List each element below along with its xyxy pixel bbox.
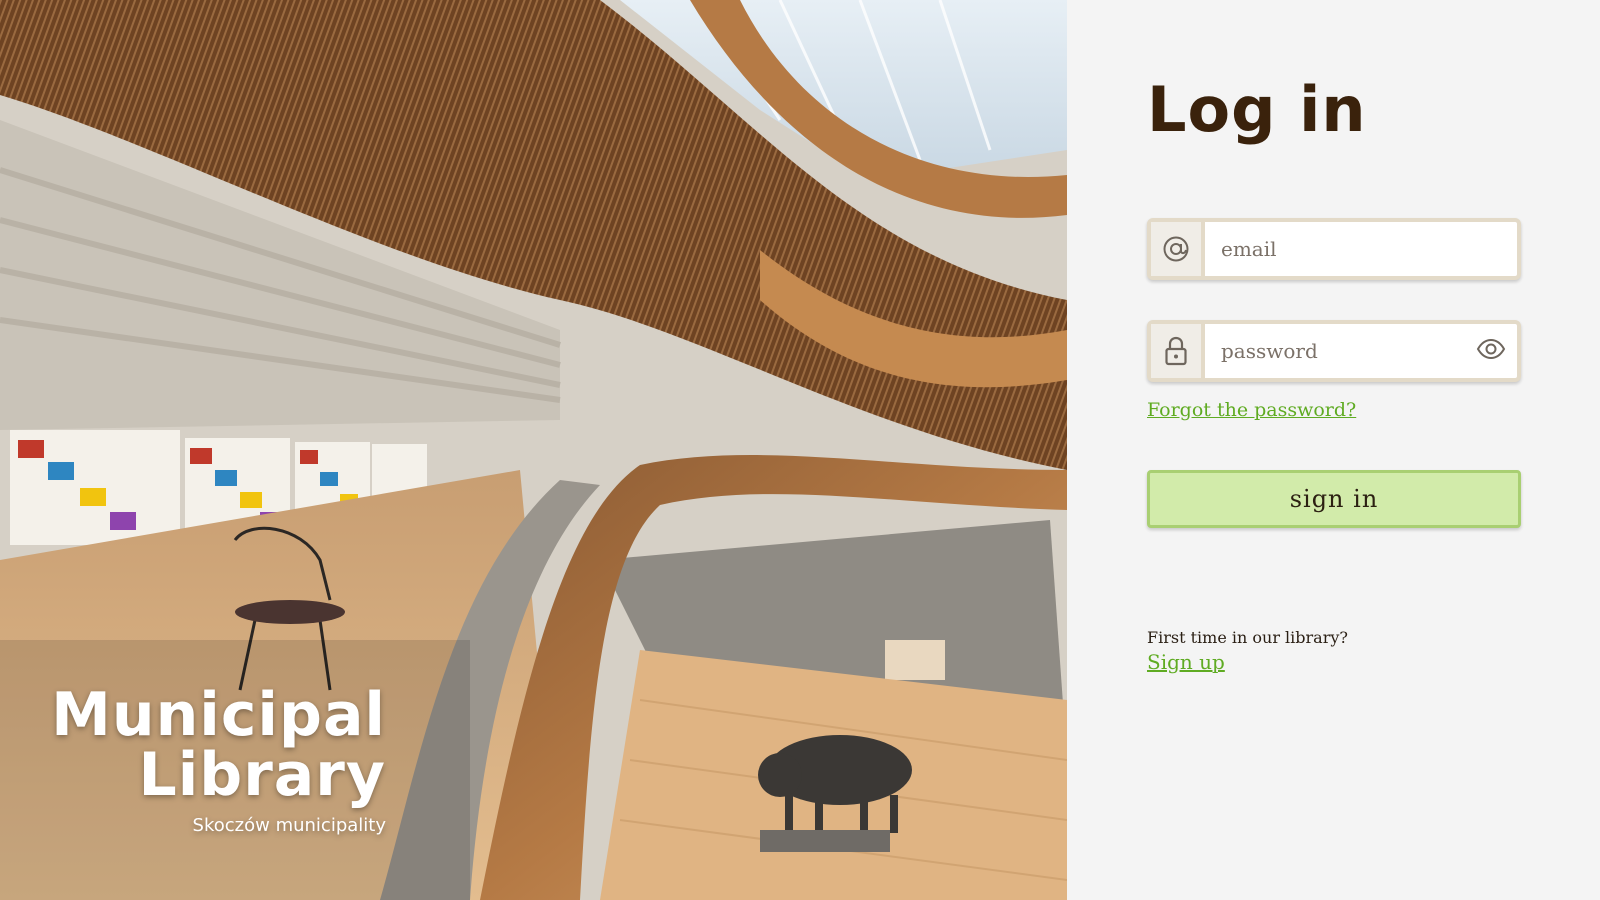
email-field bbox=[1147, 218, 1521, 280]
eye-icon bbox=[1476, 338, 1506, 364]
brand-subtitle: Skoczów municipality bbox=[192, 815, 386, 836]
email-input[interactable] bbox=[1205, 222, 1517, 276]
password-input[interactable] bbox=[1205, 324, 1465, 378]
login-panel: Log in email Forgot the password? sign i… bbox=[1067, 0, 1600, 900]
email-addon bbox=[1151, 222, 1205, 276]
password-field bbox=[1147, 320, 1521, 382]
brand-title-line1: Municipal bbox=[51, 680, 386, 750]
toggle-password-visibility[interactable] bbox=[1465, 324, 1517, 378]
forgot-password-link[interactable]: Forgot the password? bbox=[1147, 399, 1356, 421]
at-sign-icon bbox=[1162, 235, 1190, 263]
page-title: Log in bbox=[1147, 73, 1367, 146]
brand-title-line2: Library bbox=[138, 740, 386, 810]
first-time-text: First time in our library? bbox=[1147, 628, 1348, 647]
sign-up-link[interactable]: Sign up bbox=[1147, 650, 1225, 674]
hero-image: Municipal Library Skoczów municipality bbox=[0, 0, 1067, 900]
sign-in-button[interactable]: sign in bbox=[1147, 470, 1521, 528]
lock-icon bbox=[1164, 336, 1188, 366]
password-addon bbox=[1151, 324, 1205, 378]
